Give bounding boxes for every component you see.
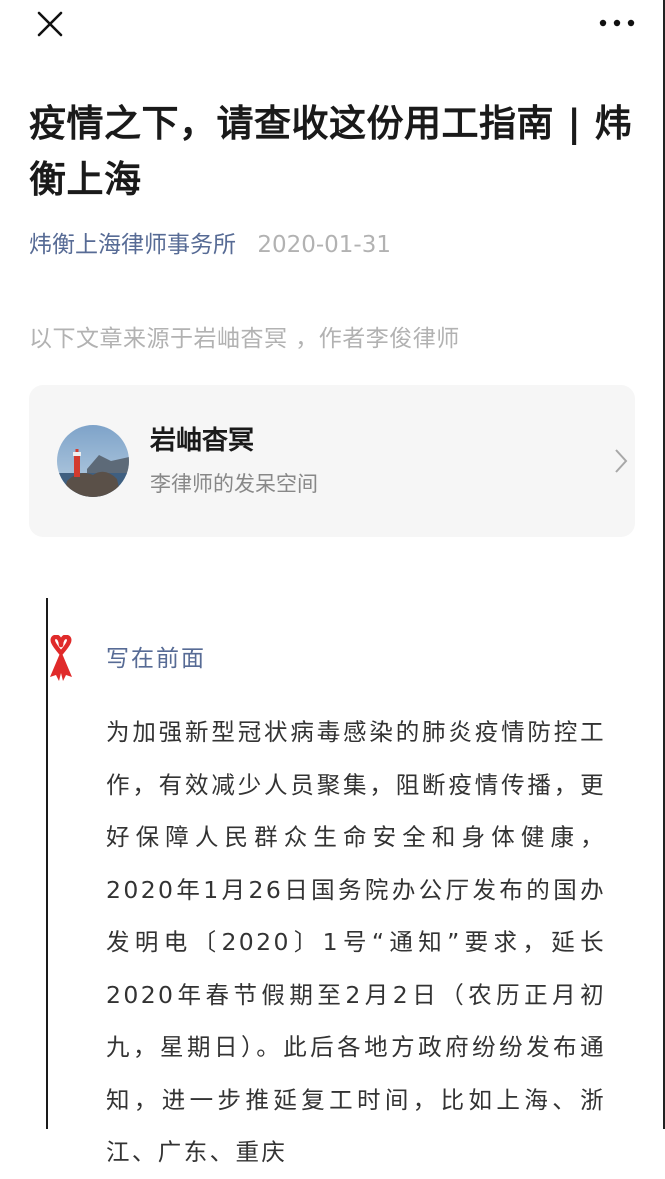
- ribbon-icon: [50, 635, 72, 681]
- close-icon: [37, 11, 63, 37]
- section-heading: 写在前面: [106, 646, 206, 672]
- account-name: 岩岫杳冥: [150, 426, 255, 456]
- author-link[interactable]: 炜衡上海律师事务所: [29, 232, 236, 258]
- source-note: 以下文章来源于岩岫杳冥 ，作者李俊律师: [29, 326, 460, 352]
- article-title: 疫情之下，请查收这份用工指南 | 炜衡上海: [29, 102, 633, 201]
- section-body: 为加强新型冠状病毒感染的肺炎疫情防控工作，有效减少人员聚集，阻断疫情传播，更好保…: [106, 718, 606, 1166]
- top-bar: [0, 0, 663, 48]
- article-meta: 炜衡上海律师事务所 2020-01-31: [29, 228, 391, 262]
- avatar: [57, 425, 129, 497]
- more-button[interactable]: [595, 8, 639, 38]
- publish-date: 2020-01-31: [257, 232, 391, 258]
- account-description: 李律师的发呆空间: [150, 472, 318, 496]
- source-account-card[interactable]: 岩岫杳冥 李律师的发呆空间: [29, 385, 635, 537]
- chevron-right-icon: [615, 449, 628, 473]
- lighthouse-image: [57, 425, 129, 497]
- close-button[interactable]: [30, 4, 70, 44]
- more-icon: [599, 19, 635, 27]
